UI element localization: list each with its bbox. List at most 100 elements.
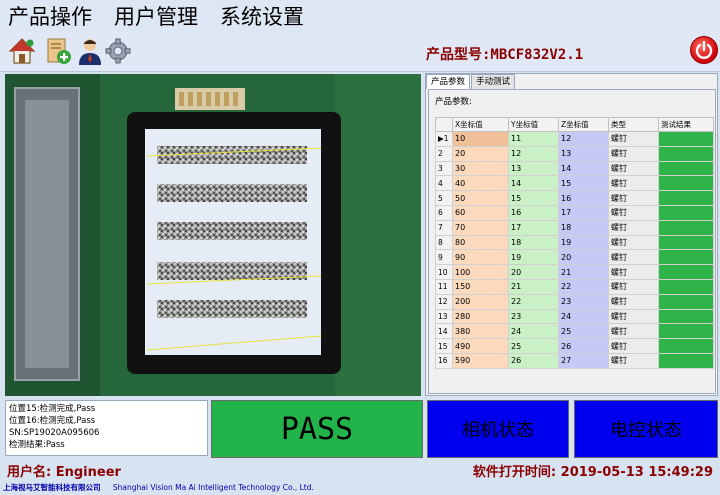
table-row[interactable]: 6 60 16 17 螺钉 (435, 204, 714, 221)
row-header[interactable]: 3 (435, 160, 453, 177)
cell-type[interactable]: 螺钉 (608, 219, 659, 236)
row-header[interactable]: ▶1 (435, 131, 453, 147)
cell-x[interactable]: 150 (452, 278, 509, 295)
menu-user-management[interactable]: 用户管理 (114, 1, 198, 31)
cell-z[interactable]: 22 (558, 278, 609, 295)
cell-result[interactable] (658, 160, 714, 177)
table-row[interactable]: 4 40 14 15 螺钉 (435, 175, 714, 192)
cell-z[interactable]: 18 (558, 219, 609, 236)
cell-type[interactable]: 螺钉 (608, 249, 659, 266)
row-header[interactable]: 10 (435, 264, 453, 280)
cell-y[interactable]: 26 (508, 352, 559, 369)
cell-z[interactable]: 16 (558, 190, 609, 206)
cell-result[interactable] (658, 338, 714, 354)
cell-type[interactable]: 螺钉 (608, 308, 659, 325)
cell-y[interactable]: 22 (508, 293, 559, 310)
cell-z[interactable]: 24 (558, 308, 609, 325)
table-row[interactable]: 3 30 13 14 螺钉 (435, 160, 714, 177)
cell-y[interactable]: 14 (508, 175, 559, 192)
cell-x[interactable]: 490 (452, 338, 509, 354)
cell-result[interactable] (658, 219, 714, 236)
cell-x[interactable]: 80 (452, 234, 509, 251)
table-row[interactable]: 10 100 20 21 螺钉 (435, 264, 714, 280)
row-header[interactable]: 12 (435, 293, 453, 310)
cell-type[interactable]: 螺钉 (608, 264, 659, 280)
cell-type[interactable]: 螺钉 (608, 338, 659, 354)
menu-system-settings[interactable]: 系统设置 (220, 1, 304, 31)
table-row[interactable]: 2 20 12 13 螺钉 (435, 145, 714, 162)
row-header[interactable]: 8 (435, 234, 453, 251)
cell-type[interactable]: 螺钉 (608, 278, 659, 295)
settings-button[interactable] (104, 36, 132, 66)
menu-product-operation[interactable]: 产品操作 (8, 1, 92, 31)
cell-y[interactable]: 21 (508, 278, 559, 295)
row-header[interactable]: 7 (435, 219, 453, 236)
row-header[interactable]: 14 (435, 323, 453, 340)
power-button[interactable] (690, 36, 718, 64)
cell-result[interactable] (658, 293, 714, 310)
cell-result[interactable] (658, 264, 714, 280)
cell-result[interactable] (658, 234, 714, 251)
cell-type[interactable]: 螺钉 (608, 352, 659, 369)
cell-x[interactable]: 280 (452, 308, 509, 325)
tab-manual-test[interactable]: 手动测试 (471, 74, 516, 89)
table-row[interactable]: 7 70 17 18 螺钉 (435, 219, 714, 236)
cell-y[interactable]: 25 (508, 338, 559, 354)
cell-z[interactable]: 20 (558, 249, 609, 266)
table-row[interactable]: 5 50 15 16 螺钉 (435, 190, 714, 206)
cell-x[interactable]: 590 (452, 352, 509, 369)
home-button[interactable] (8, 36, 36, 66)
cell-type[interactable]: 螺钉 (608, 293, 659, 310)
cell-y[interactable]: 18 (508, 234, 559, 251)
cell-y[interactable]: 17 (508, 219, 559, 236)
cell-y[interactable]: 11 (508, 131, 559, 147)
table-row[interactable]: 13 280 23 24 螺钉 (435, 308, 714, 325)
cell-z[interactable]: 26 (558, 338, 609, 354)
col-header-y[interactable]: Y坐标值 (508, 117, 559, 132)
cell-x[interactable]: 50 (452, 190, 509, 206)
cell-z[interactable]: 13 (558, 145, 609, 162)
cell-x[interactable]: 60 (452, 204, 509, 221)
cell-y[interactable]: 13 (508, 160, 559, 177)
cell-x[interactable]: 200 (452, 293, 509, 310)
cell-x[interactable]: 90 (452, 249, 509, 266)
cell-type[interactable]: 螺钉 (608, 234, 659, 251)
cell-result[interactable] (658, 204, 714, 221)
table-row[interactable]: 11 150 21 22 螺钉 (435, 278, 714, 295)
cell-y[interactable]: 12 (508, 145, 559, 162)
row-header[interactable]: 13 (435, 308, 453, 325)
col-header-result[interactable]: 测试结果 (658, 117, 714, 132)
cell-x[interactable]: 100 (452, 264, 509, 280)
cell-x[interactable]: 40 (452, 175, 509, 192)
cell-result[interactable] (658, 190, 714, 206)
cell-z[interactable]: 15 (558, 175, 609, 192)
cell-y[interactable]: 20 (508, 264, 559, 280)
cell-x[interactable]: 380 (452, 323, 509, 340)
cell-type[interactable]: 螺钉 (608, 204, 659, 221)
cell-z[interactable]: 17 (558, 204, 609, 221)
cell-y[interactable]: 23 (508, 308, 559, 325)
cell-z[interactable]: 14 (558, 160, 609, 177)
cell-result[interactable] (658, 145, 714, 162)
table-row[interactable]: 8 80 18 19 螺钉 (435, 234, 714, 251)
cell-type[interactable]: 螺钉 (608, 323, 659, 340)
row-header[interactable]: 16 (435, 352, 453, 369)
cell-type[interactable]: 螺钉 (608, 131, 659, 147)
table-row[interactable]: 9 90 19 20 螺钉 (435, 249, 714, 266)
cell-y[interactable]: 15 (508, 190, 559, 206)
col-header-z[interactable]: Z坐标值 (558, 117, 609, 132)
row-header[interactable]: 4 (435, 175, 453, 192)
cell-result[interactable] (658, 249, 714, 266)
cell-result[interactable] (658, 323, 714, 340)
cell-y[interactable]: 24 (508, 323, 559, 340)
table-row[interactable]: ▶1 10 11 12 螺钉 (435, 131, 714, 147)
row-header[interactable]: 5 (435, 190, 453, 206)
row-header[interactable]: 2 (435, 145, 453, 162)
cell-z[interactable]: 12 (558, 131, 609, 147)
cell-result[interactable] (658, 352, 714, 369)
cell-result[interactable] (658, 278, 714, 295)
cell-result[interactable] (658, 175, 714, 192)
cell-z[interactable]: 19 (558, 234, 609, 251)
cell-type[interactable]: 螺钉 (608, 145, 659, 162)
cell-x[interactable]: 30 (452, 160, 509, 177)
